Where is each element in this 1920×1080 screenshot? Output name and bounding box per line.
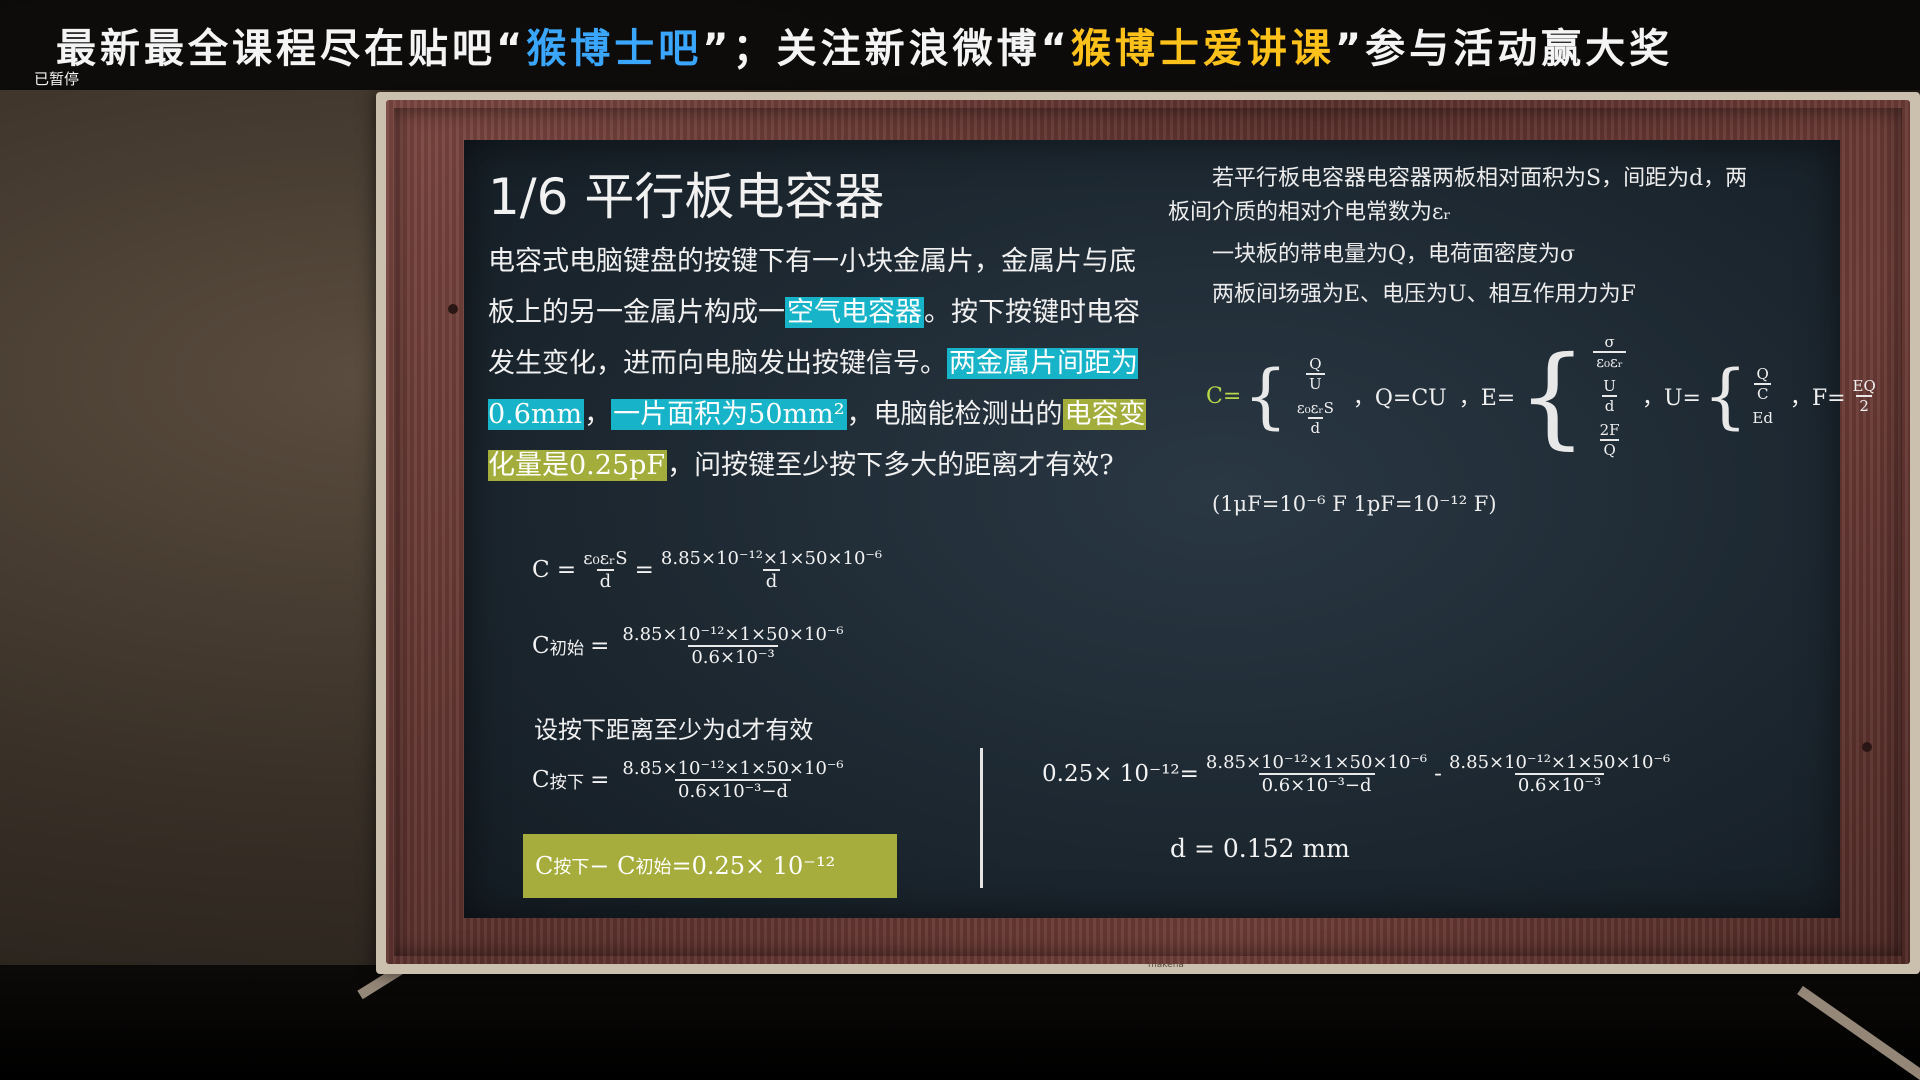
problem-text-4: ，电脑能检测出的 xyxy=(846,399,1063,430)
u-frac-1: Q C xyxy=(1753,365,1772,403)
c-bot-den: d xyxy=(1307,417,1324,437)
e-formula-label: ，E= xyxy=(1458,386,1516,411)
eq2-lhs-sub: 初始 xyxy=(549,638,585,659)
u2-expr: Ed xyxy=(1752,409,1773,427)
eq2-fraction: 8.85×10⁻¹²×1×50×10⁻⁶ 0.6×10⁻³ xyxy=(619,624,846,668)
eq4-minus: - xyxy=(1434,761,1442,787)
eq4-lhs: 0.25× 10⁻¹²= xyxy=(1042,761,1199,787)
e2-den: d xyxy=(1601,395,1618,415)
eq1-f1-num: ε₀εᵣS xyxy=(583,548,628,569)
eq4-den1: 0.6×10⁻³−d xyxy=(1258,773,1375,796)
banner-part-2: ”参与活动赢大奖 xyxy=(1334,26,1674,72)
banner-quote-2: ”；关注新浪微博 xyxy=(702,26,1041,72)
eq4-num1: 8.85×10⁻¹²×1×50×10⁻⁶ xyxy=(1205,752,1428,773)
paused-indicator: 已暂停 xyxy=(34,70,80,88)
eq3-den: 0.6×10⁻³−d xyxy=(675,779,791,802)
box-minus: − C xyxy=(589,852,636,880)
q-formula: ，Q=CU xyxy=(1352,386,1447,411)
eq4-num2: 8.85×10⁻¹²×1×50×10⁻⁶ xyxy=(1448,752,1671,773)
vertical-divider xyxy=(980,748,983,888)
eq4-fraction-2: 8.85×10⁻¹²×1×50×10⁻⁶ 0.6×10⁻³ xyxy=(1446,752,1673,796)
highlight-air-capacitor: 空气电容器 xyxy=(785,297,924,328)
banner-weibo-name: 猴博士爱讲课 xyxy=(1070,26,1335,72)
e-brace: { xyxy=(1517,332,1588,460)
equation-c-initial: C 初始 = 8.85×10⁻¹²×1×50×10⁻⁶ 0.6×10⁻³ xyxy=(532,624,851,668)
c-frac-bottom: ε₀εᵣS d xyxy=(1294,399,1337,437)
banner-quote-1: “ xyxy=(496,26,527,72)
f-den: 2 xyxy=(1856,395,1872,415)
equation-solve: 0.25× 10⁻¹²= 8.85×10⁻¹²×1×50×10⁻⁶ 0.6×10… xyxy=(1042,752,1677,796)
result-distance: d = 0.152 mm xyxy=(1170,834,1350,863)
banner-tieba-name: 猴博士吧 xyxy=(526,26,703,72)
frame-nail-right xyxy=(1862,742,1872,752)
problem-statement: 电容式电脑键盘的按键下有一小块金属片，金属片与底板上的另一金属片构成一空气电容器… xyxy=(488,236,1160,491)
c-formula-stack: Q U ε₀εᵣS d xyxy=(1290,355,1341,437)
c-brace: { xyxy=(1243,355,1288,437)
eq2-den: 0.6×10⁻³ xyxy=(688,645,778,668)
slide-title: 1/6 平行板电容器 xyxy=(488,168,885,226)
equation-capacitance: C = ε₀εᵣS d = 8.85×10⁻¹²×1×50×10⁻⁶ d xyxy=(532,548,889,592)
eq3-lhs: C xyxy=(532,767,550,793)
frame-nail-left xyxy=(448,304,458,314)
banner-part-1: 最新最全课程尽在贴吧 xyxy=(56,26,496,72)
e-frac-2: U d xyxy=(1600,377,1619,415)
e-frac-3: 2F Q xyxy=(1597,421,1623,459)
banner-quote-3: “ xyxy=(1040,26,1071,72)
box-c1: C xyxy=(535,852,554,880)
box-c2-sub: 初始 xyxy=(635,857,672,878)
c-frac-top: Q U xyxy=(1306,355,1325,393)
eq1-equals: = xyxy=(634,557,654,583)
u-formula-stack: Q C Ed xyxy=(1750,365,1776,427)
right-line-3: 一块板的带电量为Q，电荷面密度为σ xyxy=(1212,242,1576,267)
e-frac-1: σ ε₀εᵣ xyxy=(1593,333,1626,371)
e3-den: Q xyxy=(1600,439,1619,459)
eq1-f1-den: d xyxy=(596,569,615,592)
eq2-lhs: C xyxy=(532,633,550,659)
formula-summary: C= { Q U ε₀εᵣS d ，Q=CU ，E= { σ ε₀εᵣ U d … xyxy=(1206,316,1883,476)
unit-conversion: (1μF=10⁻⁶ F 1pF=10⁻¹² F) xyxy=(1212,492,1497,516)
f-formula-label: ，F= xyxy=(1789,386,1846,411)
eq2-num: 8.85×10⁻¹²×1×50×10⁻⁶ xyxy=(622,624,844,645)
box-c1-sub: 按下 xyxy=(553,857,590,878)
problem-text-3: ， xyxy=(584,399,612,430)
eq3-lhs-sub: 按下 xyxy=(549,772,585,793)
c-top-num: Q xyxy=(1309,355,1322,373)
eq1-f2-num: 8.85×10⁻¹²×1×50×10⁻⁶ xyxy=(660,548,883,569)
room-floor xyxy=(0,965,1920,1080)
e1-den: ε₀εᵣ xyxy=(1593,351,1626,371)
highlight-area: 一片面积为50mm² xyxy=(611,399,847,430)
e-formula-stack: σ ε₀εᵣ U d 2F Q xyxy=(1589,333,1630,459)
eq4-fraction-1: 8.85×10⁻¹²×1×50×10⁻⁶ 0.6×10⁻³−d xyxy=(1203,752,1430,796)
u1-num: Q xyxy=(1756,365,1769,383)
f-frac: EQ 2 xyxy=(1850,377,1879,415)
c-formula-label: C= xyxy=(1206,383,1242,409)
problem-text-5: ，问按键至少按下多大的距离才有效? xyxy=(667,450,1114,481)
f-num: EQ xyxy=(1852,377,1876,395)
eq3-equals: = xyxy=(590,767,610,793)
eq2-equals: = xyxy=(590,633,610,659)
e2-num: U xyxy=(1603,377,1616,395)
e1-num: σ xyxy=(1604,333,1615,351)
eq1-fraction-2: 8.85×10⁻¹²×1×50×10⁻⁶ d xyxy=(658,548,885,592)
c-top-den: U xyxy=(1306,373,1325,393)
assumption-note: 设按下距离至少为d才有效 xyxy=(534,716,814,744)
c-bot-num: ε₀εᵣS xyxy=(1296,399,1334,417)
eq3-num: 8.85×10⁻¹²×1×50×10⁻⁶ xyxy=(622,758,844,779)
u-formula-label: ，U= xyxy=(1642,386,1701,411)
equation-c-pressed: C 按下 = 8.85×10⁻¹²×1×50×10⁻⁶ 0.6×10⁻³−d xyxy=(532,758,851,802)
eq3-fraction: 8.85×10⁻¹²×1×50×10⁻⁶ 0.6×10⁻³−d xyxy=(619,758,846,802)
right-line-2: 板间介质的相对介电常数为εᵣ xyxy=(1168,200,1452,225)
u1-den: C xyxy=(1753,383,1772,403)
eq4-den2: 0.6×10⁻³ xyxy=(1514,773,1605,796)
eq1-lhs: C = xyxy=(532,557,577,583)
eq1-fraction-1: ε₀εᵣS d xyxy=(580,548,630,592)
eq1-f2-den: d xyxy=(762,569,781,592)
box-rhs: =0.25× 10⁻¹² xyxy=(671,852,836,880)
right-line-4: 两板间场强为E、电压为U、相互作用力为F xyxy=(1212,282,1636,307)
banner-text: 最新最全课程尽在贴吧“猴博士吧”；关注新浪微博“猴博士爱讲课”参与活动赢大奖 xyxy=(56,16,1866,74)
u-brace: { xyxy=(1702,355,1748,437)
difference-equation-box: C 按下 − C 初始 =0.25× 10⁻¹² xyxy=(523,834,897,898)
e3-num: 2F xyxy=(1599,421,1620,439)
right-line-1: 若平行板电容器电容器两板相对面积为S，间距为d，两 xyxy=(1212,166,1748,191)
